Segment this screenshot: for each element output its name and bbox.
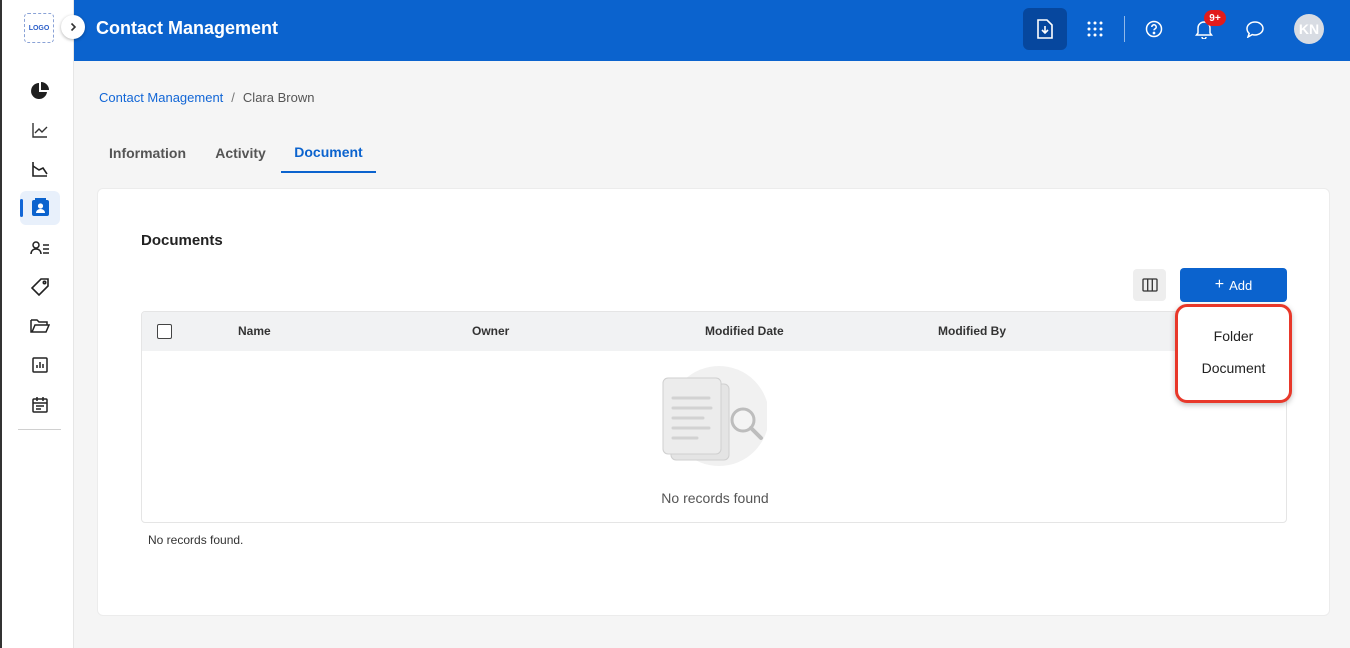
documents-title: Documents [141, 232, 223, 249]
breadcrumb-separator: / [231, 90, 235, 105]
pie-chart-icon [31, 82, 49, 99]
sidebar-toggle-button[interactable] [61, 15, 85, 39]
select-all-checkbox[interactable] [157, 324, 172, 339]
columns-icon [1141, 278, 1158, 292]
breadcrumb: Contact Management / Clara Brown [99, 90, 314, 105]
tab-activity[interactable]: Activity [204, 132, 277, 173]
report-icon [32, 357, 48, 373]
sidebar-divider [18, 429, 61, 430]
column-header-name[interactable]: Name [238, 324, 271, 338]
breadcrumb-parent-link[interactable]: Contact Management [99, 90, 223, 105]
documents-card: Documents + Add Name Owner Modified Date… [97, 188, 1330, 616]
sidebar: LOGO [0, 0, 74, 648]
empty-state-text: No records found [661, 490, 769, 506]
chat-button[interactable] [1233, 8, 1277, 50]
sidebar-item-contacts[interactable] [20, 191, 60, 225]
tag-icon [31, 278, 49, 296]
download-file-icon [1037, 19, 1053, 39]
header-divider [1124, 16, 1125, 42]
sidebar-item-files[interactable] [20, 309, 60, 343]
sidebar-item-calendar[interactable] [20, 387, 60, 421]
menu-item-folder[interactable]: Folder [1178, 322, 1289, 350]
add-button-label: Add [1229, 277, 1253, 293]
column-header-owner[interactable]: Owner [472, 324, 509, 338]
help-button[interactable] [1132, 8, 1176, 50]
app-title: Contact Management [96, 18, 279, 38]
help-icon [1145, 20, 1163, 38]
apps-grid-icon [1087, 21, 1103, 37]
tab-document[interactable]: Document [281, 132, 376, 173]
sidebar-item-deals[interactable] [20, 270, 60, 304]
avatar[interactable]: KN [1294, 14, 1324, 44]
line-chart-icon [32, 123, 48, 138]
download-button[interactable] [1023, 8, 1067, 50]
sidebar-item-analytics[interactable] [20, 113, 60, 147]
top-header: Contact Management 9+ KN [74, 0, 1350, 61]
person-list-icon [30, 241, 49, 255]
breadcrumb-current: Clara Brown [242, 90, 315, 105]
menu-item-document[interactable]: Document [1178, 354, 1289, 382]
add-button[interactable]: + Add [1180, 268, 1287, 302]
contact-card-icon [32, 198, 49, 216]
folder-open-icon [30, 319, 50, 333]
sidebar-item-trends[interactable] [20, 152, 60, 186]
sidebar-item-reports[interactable] [20, 348, 60, 382]
table-footer-text: No records found. [148, 533, 244, 547]
column-settings-button[interactable] [1133, 269, 1166, 301]
add-dropdown-menu: Folder Document [1175, 304, 1292, 403]
notification-badge: 9+ [1204, 10, 1226, 26]
documents-table: Name Owner Modified Date Modified By No … [141, 311, 1287, 523]
chat-icon [1246, 21, 1264, 38]
active-indicator [20, 199, 23, 217]
apps-button[interactable] [1073, 8, 1117, 50]
table-header: Name Owner Modified Date Modified By [142, 312, 1286, 351]
empty-state-illustration [662, 366, 767, 466]
chevron-right-icon [70, 22, 77, 32]
sidebar-item-dashboard[interactable] [20, 74, 60, 108]
calendar-icon [32, 396, 48, 413]
column-header-modified-date[interactable]: Modified Date [705, 324, 784, 338]
column-header-modified-by[interactable]: Modified By [938, 324, 1006, 338]
sidebar-item-people[interactable] [20, 231, 60, 265]
logo[interactable]: LOGO [24, 13, 54, 43]
tab-information[interactable]: Information [96, 132, 199, 173]
plus-icon: + [1214, 276, 1225, 293]
area-chart-icon [32, 162, 48, 177]
